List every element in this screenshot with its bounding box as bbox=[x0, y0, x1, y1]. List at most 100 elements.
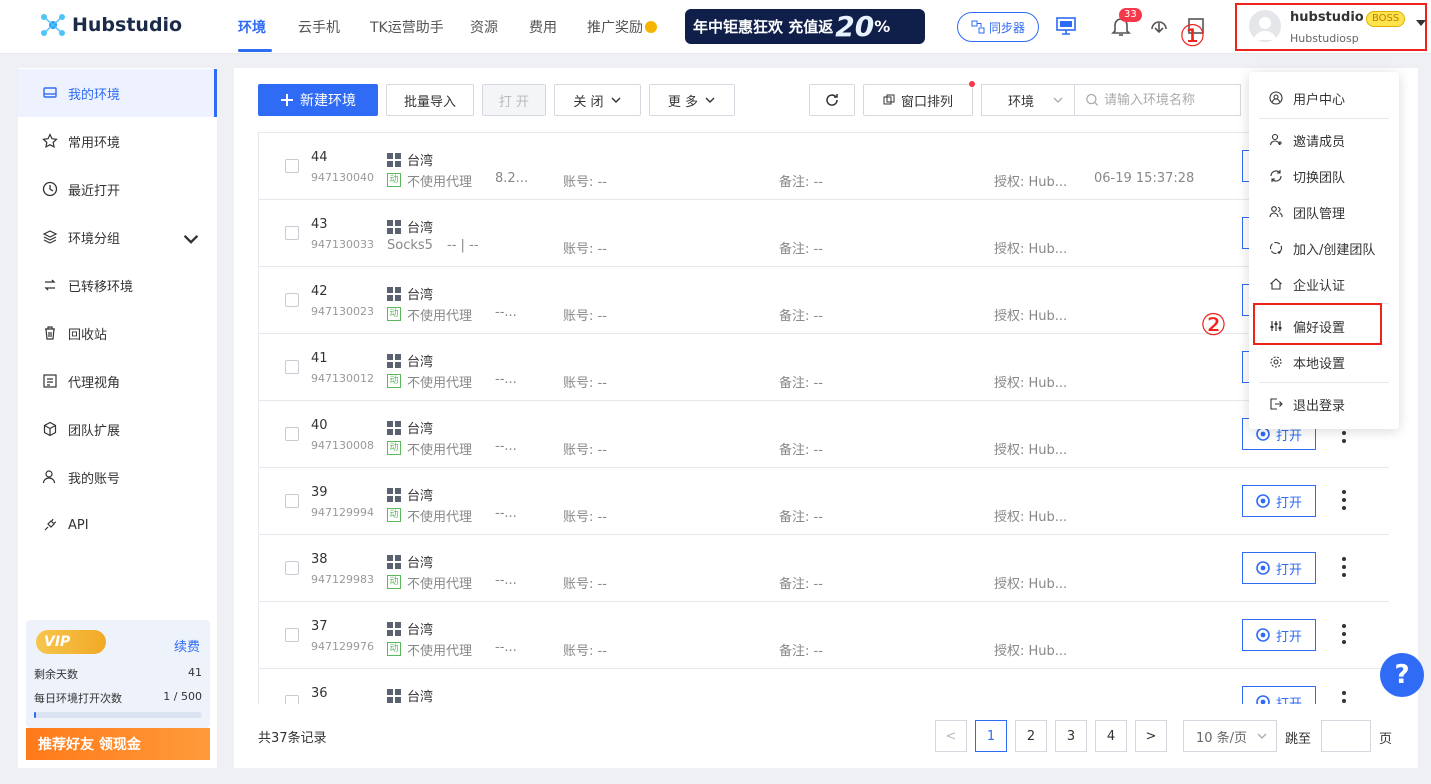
prev-page-button[interactable]: < bbox=[935, 720, 967, 752]
nav-fees[interactable]: 费用 bbox=[529, 17, 557, 37]
menu-item-label: 退出登录 bbox=[1293, 398, 1346, 414]
menu-item-logout[interactable]: 退出登录 bbox=[1249, 387, 1399, 421]
table-row[interactable]: 43 947130033 台湾 Socks5 -- | -- 账号: -- 备注: -- 授权… bbox=[259, 200, 1392, 267]
nav-tk-assistant[interactable]: TK运营助手 bbox=[370, 17, 444, 37]
close-dropdown[interactable]: 关 闭 bbox=[554, 84, 641, 116]
gear-icon bbox=[1270, 356, 1282, 368]
more-dropdown[interactable]: 更 多 bbox=[649, 84, 735, 116]
jump-page-input[interactable] bbox=[1321, 720, 1371, 752]
menu-item-local-settings[interactable]: 本地设置 bbox=[1249, 345, 1399, 379]
sidebar-item-my-env[interactable]: 我的环境 bbox=[18, 69, 217, 117]
row-checkbox[interactable] bbox=[285, 360, 299, 374]
sidebar-item-label: 已转移环境 bbox=[68, 279, 134, 295]
sidebar-item-groups[interactable]: 环境分组 bbox=[18, 213, 217, 261]
table-row[interactable]: 37 947129976 台湾动不使用代理 --... 账号: -- 备注: -- 授权: … bbox=[259, 602, 1392, 669]
row-checkbox[interactable] bbox=[285, 293, 299, 307]
help-button[interactable]: ? bbox=[1380, 653, 1424, 697]
sidebar-item-recent[interactable]: 最近打开 bbox=[18, 165, 217, 213]
vip-badge-text: VIP bbox=[44, 634, 71, 650]
vip-badge: VIP bbox=[36, 630, 106, 654]
nav-resources[interactable]: 资源 bbox=[470, 17, 498, 37]
row-checkbox[interactable] bbox=[285, 427, 299, 441]
menu-item-team-manage[interactable]: 团队管理 bbox=[1249, 195, 1399, 229]
new-env-button[interactable]: 新建环境 bbox=[258, 84, 378, 116]
next-page-button[interactable]: > bbox=[1135, 720, 1167, 752]
search-scope-select[interactable]: 环境 bbox=[982, 85, 1076, 115]
sidebar-item-trash[interactable]: 回收站 bbox=[18, 309, 217, 357]
sync-button[interactable]: 同步器 bbox=[957, 12, 1039, 42]
refresh-icon bbox=[826, 94, 838, 106]
download-icon[interactable] bbox=[1148, 15, 1170, 37]
open-env-label: 打开 bbox=[1275, 696, 1302, 705]
open-env-button[interactable]: 打开 bbox=[1242, 619, 1316, 651]
env-auth: 授权: Hub... bbox=[994, 242, 1068, 257]
arrange-windows-button[interactable]: 窗口排列 bbox=[863, 84, 973, 116]
page-3[interactable]: 3 bbox=[1055, 720, 1087, 752]
referral-banner[interactable]: 推荐好友 领现金 bbox=[26, 728, 210, 760]
open-button[interactable]: 打 开 bbox=[482, 84, 546, 116]
row-checkbox[interactable] bbox=[285, 628, 299, 642]
menu-item-invite[interactable]: 邀请成员 bbox=[1249, 123, 1399, 157]
row-checkbox[interactable] bbox=[285, 159, 299, 173]
search-input[interactable] bbox=[1100, 92, 1240, 108]
menu-item-join-create-team[interactable]: 加入/创建团队 bbox=[1249, 231, 1399, 265]
refresh-button[interactable] bbox=[809, 84, 855, 116]
page-2-label: 2 bbox=[1026, 728, 1036, 744]
env-serial: 947130012 bbox=[311, 372, 374, 385]
env-account: 账号: -- bbox=[563, 644, 607, 659]
nav-cloud-phone[interactable]: 云手机 bbox=[298, 17, 340, 37]
page-2[interactable]: 2 bbox=[1015, 720, 1047, 752]
user-plus-icon bbox=[1269, 133, 1282, 146]
import-label: 批量导入 bbox=[403, 94, 456, 110]
chrome-icon bbox=[1256, 561, 1270, 575]
notification-badge: 33 bbox=[1119, 8, 1142, 22]
menu-item-switch-team[interactable]: 切换团队 bbox=[1249, 159, 1399, 193]
renew-link[interactable]: 续费 bbox=[174, 636, 200, 655]
page-1[interactable]: 1 bbox=[975, 720, 1007, 752]
more-actions-icon[interactable] bbox=[1342, 490, 1346, 510]
import-button[interactable]: 批量导入 bbox=[386, 84, 474, 116]
app-logo[interactable]: Hubstudio bbox=[40, 12, 182, 38]
sidebar-item-api[interactable]: API bbox=[18, 501, 217, 549]
sidebar-item-label: 代理视角 bbox=[68, 375, 121, 391]
table-row[interactable]: 40 947130008 台湾动不使用代理 --... 账号: -- 备注: -- 授权: … bbox=[259, 401, 1392, 468]
chevron-down-icon[interactable] bbox=[1416, 20, 1426, 26]
nav-referral[interactable]: 推广奖励 bbox=[587, 17, 657, 37]
env-note: 备注: -- bbox=[779, 510, 823, 525]
promo-banner[interactable]: 年中钜惠狂欢 充值返 20 % bbox=[685, 9, 925, 44]
open-env-button[interactable]: 打开 bbox=[1242, 552, 1316, 584]
page-4[interactable]: 4 bbox=[1095, 720, 1127, 752]
table-row[interactable]: 38 947129983 台湾动不使用代理 --... 账号: -- 备注: -- 授权: … bbox=[259, 535, 1392, 602]
list-icon bbox=[43, 374, 57, 388]
sidebar-item-favorites[interactable]: 常用环境 bbox=[18, 117, 217, 165]
sidebar-item-label: 最近打开 bbox=[68, 183, 121, 199]
avatar[interactable] bbox=[1249, 10, 1281, 42]
menu-item-enterprise-auth[interactable]: 企业认证 bbox=[1249, 267, 1399, 301]
open-env-button[interactable]: 打开 bbox=[1242, 686, 1316, 704]
more-actions-icon[interactable] bbox=[1342, 624, 1346, 644]
row-checkbox[interactable] bbox=[285, 695, 299, 704]
row-checkbox[interactable] bbox=[285, 226, 299, 240]
table-row[interactable]: 41 947130012 台湾动不使用代理 --... 账号: -- 备注: -- 授权: … bbox=[259, 334, 1392, 401]
sidebar-item-proxy-view[interactable]: 代理视角 bbox=[18, 357, 217, 405]
table-row[interactable]: 39 947129994 台湾动不使用代理 --... 账号: -- 备注: -- 授权: … bbox=[259, 468, 1392, 535]
more-actions-icon[interactable] bbox=[1342, 557, 1346, 577]
table-row[interactable]: 36 台湾 打开 bbox=[259, 669, 1392, 704]
page-size-select[interactable]: 10 条/页 bbox=[1183, 720, 1277, 752]
menu-item-user-center[interactable]: 用户中心 bbox=[1249, 81, 1399, 115]
sidebar-item-my-account[interactable]: 我的账号 bbox=[18, 453, 217, 501]
device-icon[interactable] bbox=[1055, 15, 1077, 37]
sidebar-item-transferred[interactable]: 已转移环境 bbox=[18, 261, 217, 309]
open-env-label: 打开 bbox=[1275, 629, 1302, 645]
row-checkbox[interactable] bbox=[285, 494, 299, 508]
menu-item-label: 用户中心 bbox=[1293, 92, 1346, 108]
open-env-button[interactable]: 打开 bbox=[1242, 485, 1316, 517]
more-actions-icon[interactable] bbox=[1342, 691, 1346, 704]
table-row[interactable]: 44 947130040 台湾动不使用代理 8.2... 账号: -- 备注: -- 授权:… bbox=[259, 133, 1392, 200]
sidebar-item-team-ext[interactable]: 团队扩展 bbox=[18, 405, 217, 453]
env-ip: --... bbox=[495, 506, 517, 521]
total-records: 共37条记录 bbox=[258, 731, 327, 746]
row-checkbox[interactable] bbox=[285, 561, 299, 575]
nav-env[interactable]: 环境 bbox=[238, 17, 266, 37]
vip-days-value: 41 bbox=[188, 666, 202, 679]
